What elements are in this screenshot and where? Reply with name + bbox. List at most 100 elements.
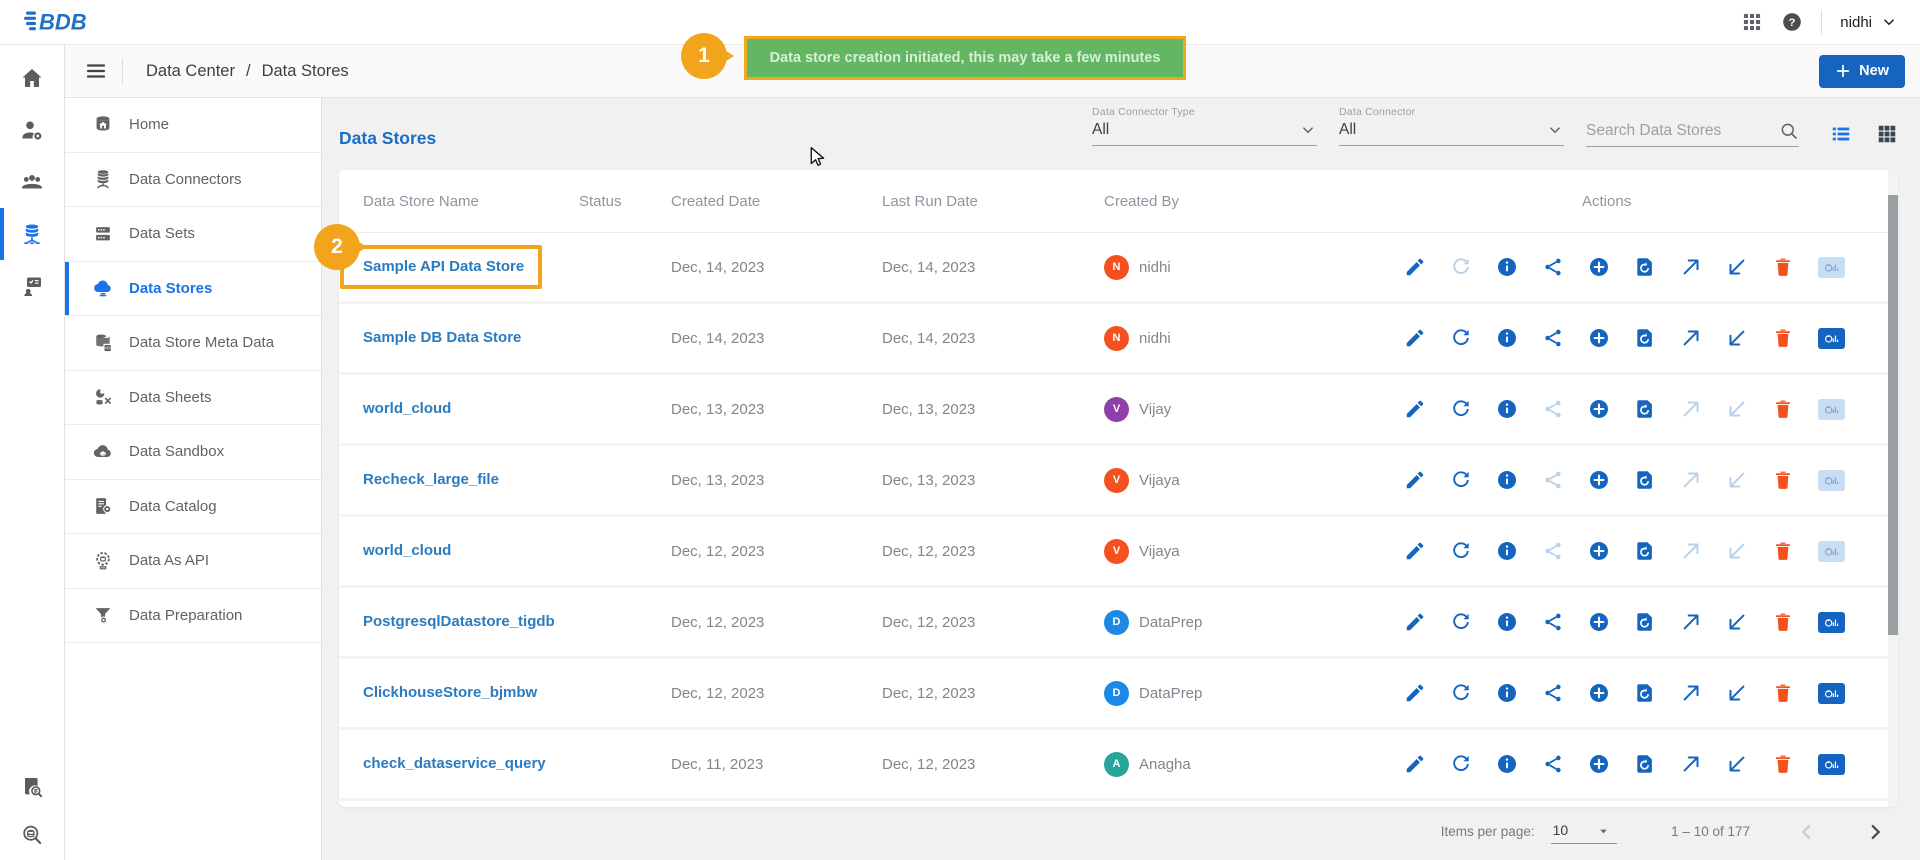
data-store-name-link[interactable]: PostgresqlDatastore_tigdb bbox=[363, 613, 555, 630]
export-icon[interactable] bbox=[1680, 753, 1702, 775]
grid-view-icon[interactable] bbox=[1876, 123, 1898, 145]
metrics-icon[interactable] bbox=[1818, 612, 1845, 633]
delete-icon[interactable] bbox=[1772, 256, 1794, 278]
share-icon[interactable] bbox=[1542, 469, 1564, 491]
info-icon[interactable] bbox=[1496, 753, 1518, 775]
breadcrumb-data-stores[interactable]: Data Stores bbox=[262, 62, 349, 81]
data-store-name-link[interactable]: Sample DB Data Store bbox=[363, 329, 521, 346]
apps-grid-icon[interactable] bbox=[1741, 11, 1763, 33]
restore-icon[interactable] bbox=[1634, 398, 1656, 420]
edit-icon[interactable] bbox=[1404, 682, 1426, 704]
add-icon[interactable] bbox=[1588, 398, 1610, 420]
search-icon[interactable] bbox=[1779, 121, 1799, 141]
delete-icon[interactable] bbox=[1772, 327, 1794, 349]
rail-data-center-icon[interactable] bbox=[0, 222, 64, 246]
delete-icon[interactable] bbox=[1772, 682, 1794, 704]
delete-icon[interactable] bbox=[1772, 469, 1794, 491]
restore-icon[interactable] bbox=[1634, 469, 1656, 491]
rail-feedback-board-icon[interactable] bbox=[0, 274, 64, 298]
import-icon[interactable] bbox=[1726, 398, 1748, 420]
sidebar-item-data-preparation[interactable]: Data Preparation bbox=[65, 589, 321, 644]
restore-icon[interactable] bbox=[1634, 682, 1656, 704]
search-input[interactable] bbox=[1586, 122, 1779, 140]
info-icon[interactable] bbox=[1496, 469, 1518, 491]
metrics-icon[interactable] bbox=[1818, 470, 1845, 491]
export-icon[interactable] bbox=[1680, 611, 1702, 633]
add-icon[interactable] bbox=[1588, 611, 1610, 633]
metrics-icon[interactable] bbox=[1818, 683, 1845, 704]
edit-icon[interactable] bbox=[1404, 469, 1426, 491]
rail-user-groups-icon[interactable] bbox=[0, 170, 64, 194]
delete-icon[interactable] bbox=[1772, 753, 1794, 775]
metrics-icon[interactable] bbox=[1818, 328, 1845, 349]
export-icon[interactable] bbox=[1680, 469, 1702, 491]
delete-icon[interactable] bbox=[1772, 398, 1794, 420]
previous-page-icon[interactable] bbox=[1796, 821, 1818, 843]
data-connector-type-select[interactable]: Data Connector Type All bbox=[1092, 106, 1317, 146]
items-per-page-select[interactable]: 10 bbox=[1551, 820, 1618, 844]
import-icon[interactable] bbox=[1726, 469, 1748, 491]
rail-data-search-icon[interactable] bbox=[0, 823, 64, 847]
next-page-icon[interactable] bbox=[1864, 821, 1886, 843]
restore-icon[interactable] bbox=[1634, 256, 1656, 278]
info-icon[interactable] bbox=[1496, 398, 1518, 420]
rail-home-icon[interactable] bbox=[0, 66, 64, 90]
import-icon[interactable] bbox=[1726, 753, 1748, 775]
info-icon[interactable] bbox=[1496, 327, 1518, 349]
edit-icon[interactable] bbox=[1404, 256, 1426, 278]
refresh-icon[interactable] bbox=[1450, 753, 1472, 775]
list-view-icon[interactable] bbox=[1830, 123, 1852, 145]
refresh-icon[interactable] bbox=[1450, 398, 1472, 420]
restore-icon[interactable] bbox=[1634, 611, 1656, 633]
info-icon[interactable] bbox=[1496, 611, 1518, 633]
delete-icon[interactable] bbox=[1772, 611, 1794, 633]
import-icon[interactable] bbox=[1726, 611, 1748, 633]
add-icon[interactable] bbox=[1588, 753, 1610, 775]
info-icon[interactable] bbox=[1496, 540, 1518, 562]
edit-icon[interactable] bbox=[1404, 753, 1426, 775]
rail-catalog-search-icon[interactable] bbox=[0, 775, 64, 799]
refresh-icon[interactable] bbox=[1450, 469, 1472, 491]
sidebar-item-data-as-api[interactable]: APIData As API bbox=[65, 534, 321, 589]
data-store-name-link[interactable]: world_cloud bbox=[363, 400, 451, 417]
data-store-name-link[interactable]: Sample API Data Store bbox=[363, 258, 524, 275]
import-icon[interactable] bbox=[1726, 256, 1748, 278]
share-icon[interactable] bbox=[1542, 753, 1564, 775]
refresh-icon[interactable] bbox=[1450, 682, 1472, 704]
breadcrumb-data-center[interactable]: Data Center bbox=[146, 62, 235, 81]
add-icon[interactable] bbox=[1588, 469, 1610, 491]
rail-user-settings-icon[interactable] bbox=[0, 118, 64, 142]
edit-icon[interactable] bbox=[1404, 540, 1426, 562]
import-icon[interactable] bbox=[1726, 327, 1748, 349]
sidebar-item-data-connectors[interactable]: Data Connectors bbox=[65, 153, 321, 208]
refresh-icon[interactable] bbox=[1450, 256, 1472, 278]
add-icon[interactable] bbox=[1588, 256, 1610, 278]
info-icon[interactable] bbox=[1496, 256, 1518, 278]
edit-icon[interactable] bbox=[1404, 611, 1426, 633]
export-icon[interactable] bbox=[1680, 540, 1702, 562]
edit-icon[interactable] bbox=[1404, 327, 1426, 349]
export-icon[interactable] bbox=[1680, 256, 1702, 278]
export-icon[interactable] bbox=[1680, 682, 1702, 704]
data-store-name-link[interactable]: check_dataservice_query bbox=[363, 755, 546, 772]
scrollbar-thumb[interactable] bbox=[1888, 195, 1898, 635]
share-icon[interactable] bbox=[1542, 256, 1564, 278]
refresh-icon[interactable] bbox=[1450, 540, 1472, 562]
import-icon[interactable] bbox=[1726, 540, 1748, 562]
data-store-name-link[interactable]: ClickhouseStore_bjmbw bbox=[363, 684, 537, 701]
add-icon[interactable] bbox=[1588, 540, 1610, 562]
share-icon[interactable] bbox=[1542, 682, 1564, 704]
export-icon[interactable] bbox=[1680, 398, 1702, 420]
restore-icon[interactable] bbox=[1634, 753, 1656, 775]
info-icon[interactable] bbox=[1496, 682, 1518, 704]
help-icon[interactable]: ? bbox=[1781, 11, 1803, 33]
sidebar-item-data-store-meta-data[interactable]: </>Data Store Meta Data bbox=[65, 316, 321, 371]
share-icon[interactable] bbox=[1542, 611, 1564, 633]
metrics-icon[interactable] bbox=[1818, 754, 1845, 775]
new-button[interactable]: New bbox=[1819, 55, 1905, 88]
metrics-icon[interactable] bbox=[1818, 541, 1845, 562]
data-store-name-link[interactable]: world_cloud bbox=[363, 542, 451, 559]
share-icon[interactable] bbox=[1542, 540, 1564, 562]
sidebar-item-data-sets[interactable]: Data Sets bbox=[65, 207, 321, 262]
sidebar-item-home[interactable]: Home bbox=[65, 98, 321, 153]
